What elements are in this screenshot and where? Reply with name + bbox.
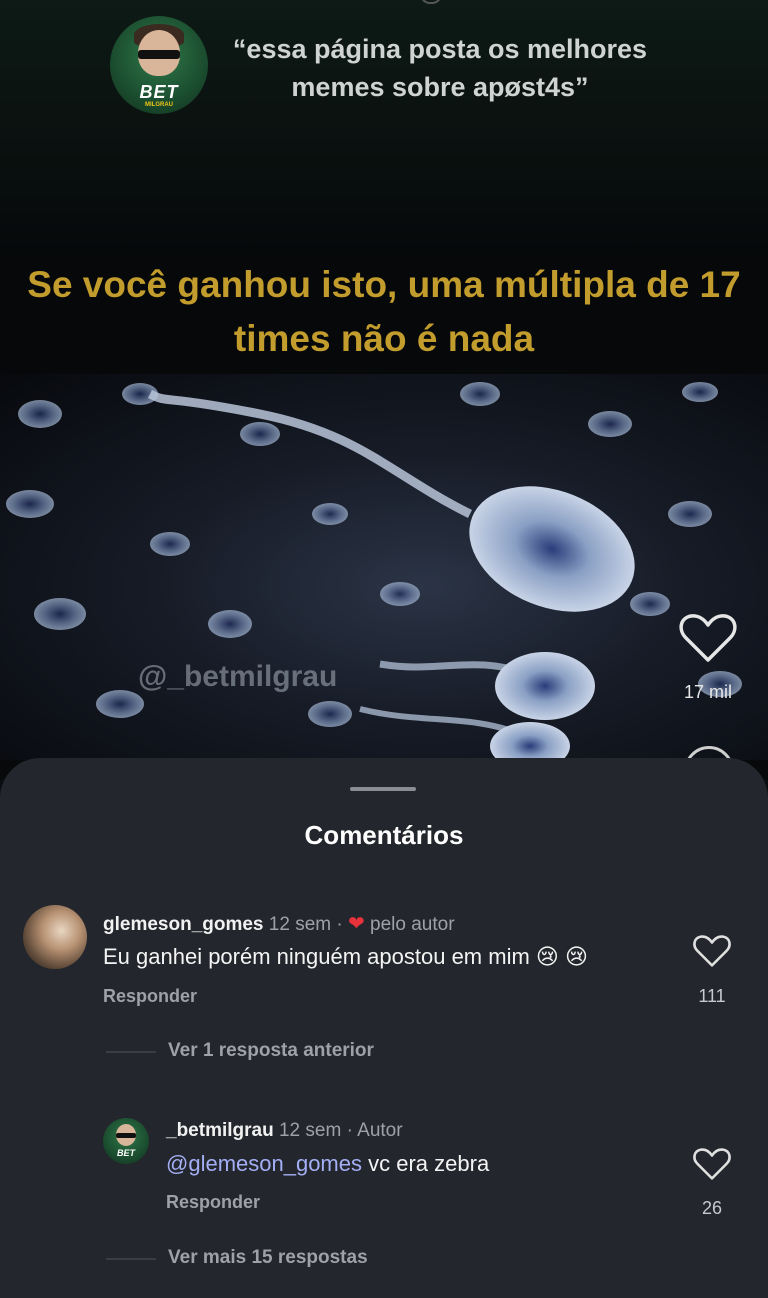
reel-like-button[interactable] <box>678 612 738 664</box>
reply-button[interactable]: Responder <box>103 986 197 1007</box>
reply-like-button[interactable] <box>692 1147 732 1181</box>
comment-username[interactable]: glemeson_gomes <box>103 914 264 935</box>
reel-header: BET MILGRAU “essa página posta os melhor… <box>0 0 768 140</box>
author-liked-badge: pelo autor <box>370 914 455 935</box>
avatar-logo-text: BET <box>117 1148 135 1158</box>
avatar[interactable] <box>23 905 87 969</box>
reply-text: @glemeson_gomes vc era zebra <box>166 1151 489 1177</box>
avatar-glasses <box>138 50 180 59</box>
heart-filled-icon: ❤ <box>347 913 365 935</box>
reply-time: 12 sem <box>278 1120 342 1141</box>
reply-body: vc era zebra <box>368 1151 490 1176</box>
mention-link[interactable]: @glemeson_gomes <box>166 1151 362 1176</box>
comment-like-button[interactable] <box>692 934 732 968</box>
view-previous-replies[interactable]: Ver 1 resposta anterior <box>168 1040 374 1062</box>
meme-caption: Se você ganhou isto, uma múltipla de 17 … <box>27 264 741 359</box>
reply-separator: · <box>346 1120 353 1141</box>
avatar-logo-subtext: MILGRAU <box>145 102 173 108</box>
comment-like-count: 111 <box>698 986 726 1006</box>
sperm-illustration <box>6 382 742 760</box>
comments-sheet: Comentários glemeson_gomes 12 sem · ❤ pe… <box>0 758 768 1298</box>
meme-watermark: @_betmilgrau <box>138 660 338 693</box>
main-cell <box>469 486 635 612</box>
avatar[interactable]: BET <box>103 1118 149 1164</box>
view-more-replies[interactable]: Ver mais 15 respostas <box>168 1247 368 1269</box>
thread-line <box>106 1051 156 1053</box>
avatar-logo-text: BET <box>139 82 179 102</box>
heart-outline-icon <box>693 1148 731 1180</box>
reel-like-count: 17 mil <box>683 682 732 702</box>
sheet-drag-handle[interactable] <box>350 787 416 791</box>
heart-outline-icon <box>679 614 737 662</box>
heart-outline-icon <box>693 935 731 967</box>
author-badge: Autor <box>357 1120 403 1141</box>
reply-like-count: 26 <box>701 1198 723 1218</box>
comment-text: Eu ganhei porém ninguém apostou em mim 😢… <box>103 944 588 969</box>
reply-button[interactable]: Responder <box>166 1192 260 1213</box>
avatar-glasses <box>116 1133 136 1138</box>
comments-title: Comentários <box>304 820 464 850</box>
main-tail <box>147 389 473 519</box>
meme-image <box>0 374 768 760</box>
comment-separator: · <box>336 914 343 935</box>
comment-header: glemeson_gomes 12 sem · ❤ pelo autor <box>103 911 455 936</box>
reel-video[interactable]: BET MILGRAU “essa página posta os melhor… <box>0 0 768 796</box>
header-quote: “essa página posta os melhores memes sob… <box>232 34 648 102</box>
page-avatar: BET MILGRAU <box>110 16 208 114</box>
comment-time: 12 sem <box>268 914 332 935</box>
reply-username[interactable]: _betmilgrau <box>166 1120 274 1141</box>
reply-header: _betmilgrau 12 sem · Autor <box>166 1120 403 1142</box>
thread-line <box>106 1258 156 1260</box>
